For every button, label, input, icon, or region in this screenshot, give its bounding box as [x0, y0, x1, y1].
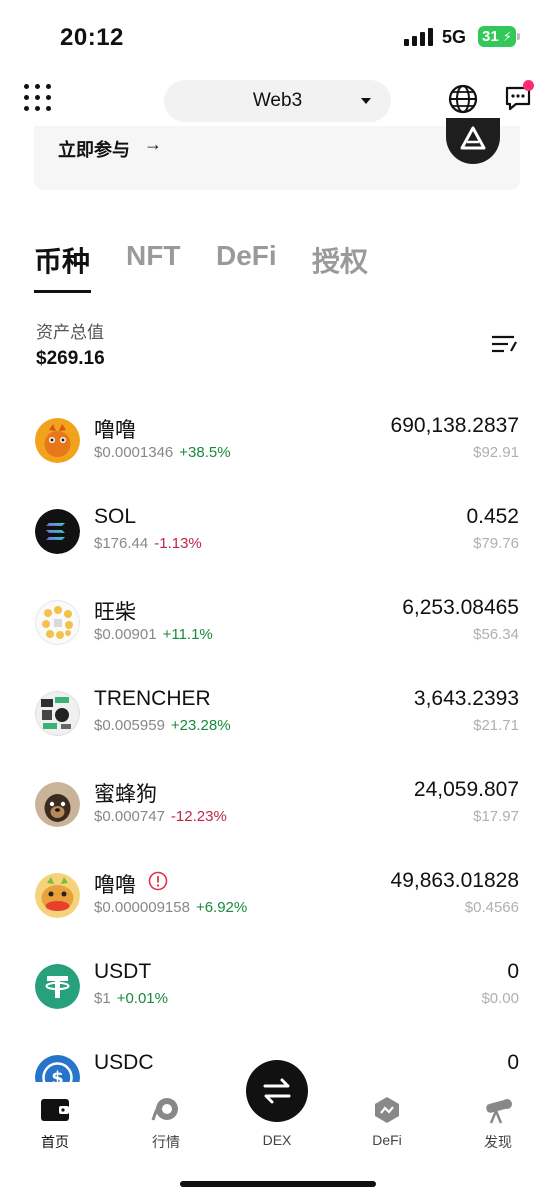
nav-defi-label: DeFi [372, 1132, 402, 1148]
token-price-value: $176.44 [94, 535, 149, 552]
token-change: +23.28% [170, 717, 231, 734]
tab-nft[interactable]: NFT [126, 240, 180, 272]
token-value: $17.97 [473, 808, 519, 825]
tether-logo-icon [35, 964, 80, 1009]
token-name: 蜜蜂狗 [94, 783, 157, 806]
token-change: +11.1% [162, 626, 213, 643]
notification-badge [523, 80, 534, 91]
token-amount: 0 [507, 1051, 519, 1074]
total-assets-value: $269.16 [36, 348, 105, 369]
token-price: $0.00901 +11.1% [94, 626, 213, 643]
token-name: 旺柴 [94, 601, 136, 624]
token-name: SOL [94, 505, 137, 528]
token-name: USDT [94, 960, 152, 983]
network-selector-label: Web3 [252, 90, 303, 111]
token-change: +38.5% [179, 444, 231, 461]
network-type: 5G [442, 27, 467, 47]
token-price-value: $0.005959 [94, 717, 165, 734]
swap-icon [263, 1078, 291, 1104]
wallet-icon [41, 1099, 69, 1121]
token-avatar-lulu [35, 418, 80, 463]
token-row[interactable]: SOL $176.44 -1.13% 0.452 $79.76 [0, 489, 554, 580]
banner-text: 立即参与 [58, 140, 130, 160]
svg-text:$: $ [51, 1068, 64, 1082]
token-price: $0.000009158 +6.92% [94, 899, 247, 916]
tab-tokens[interactable]: 币种 [34, 240, 90, 280]
token-value: $21.71 [473, 717, 519, 734]
token-row[interactable]: 噜噜 $0.0001346 +38.5% 690,138.2837 $92.91 [0, 398, 554, 489]
token-row[interactable]: 噜噜 $0.000009158 +6.92% 49,863.01828 $0.45… [0, 853, 554, 944]
token-price-value: $0.00901 [94, 626, 157, 643]
token-value: $92.91 [473, 444, 519, 461]
token-change: +6.92% [195, 899, 248, 916]
token-price: $0.0001346 +38.5% [94, 444, 231, 461]
nav-home-label: 首页 [41, 1134, 69, 1150]
nav-discover-label: 发现 [484, 1134, 512, 1150]
token-amount: 24,059.807 [413, 778, 519, 801]
token-name: USDC [94, 1051, 154, 1074]
token-price-value: $1 [94, 990, 111, 1007]
dex-swap-button[interactable] [246, 1060, 308, 1122]
token-name: 噜噜 [94, 874, 136, 897]
token-avatar-lulu-2 [35, 873, 80, 918]
token-amount: 0 [507, 960, 519, 983]
token-price: $1 +0.01% [94, 990, 168, 1007]
usdc-logo-icon: $ [35, 1055, 80, 1082]
token-price: $176.44 -1.13% [94, 535, 202, 552]
sort-icon[interactable] [490, 332, 518, 356]
chevron-down-icon [361, 98, 371, 104]
status-bar: 20:12 5G 31 ⚡ [0, 0, 554, 70]
token-value: $0.4566 [464, 899, 519, 916]
banner-logo [446, 118, 500, 164]
arrow-right-icon: → [144, 134, 162, 154]
token-price: $0.005959 +23.28% [94, 717, 231, 734]
battery-level: 31 [482, 28, 499, 45]
token-amount: 49,863.01828 [390, 869, 519, 892]
defi-icon [375, 1097, 399, 1123]
token-change: +0.01% [116, 990, 168, 1007]
token-value: $79.76 [473, 535, 519, 552]
token-avatar-wangchai [35, 600, 80, 645]
token-price: $0.000747 -12.23% [94, 808, 227, 825]
battery-icon: 31 ⚡ [478, 26, 520, 47]
tab-defi[interactable]: DeFi [216, 240, 277, 272]
token-row[interactable]: USDT $1 +0.01% 0 $0.00 [0, 944, 554, 1035]
tab-underline [34, 290, 91, 293]
token-name: TRENCHER [94, 687, 211, 710]
signal-icon [404, 28, 434, 46]
solana-logo-icon [35, 509, 80, 554]
status-time: 20:12 [60, 24, 124, 51]
token-avatar-trencher [35, 691, 80, 736]
network-selector[interactable]: Web3 [164, 80, 391, 122]
token-name: 噜噜 [94, 419, 136, 442]
token-row[interactable]: 旺柴 $0.00901 +11.1% 6,253.08465 $56.34 [0, 580, 554, 671]
market-icon [151, 1098, 178, 1121]
promo-banner[interactable]: 立即参与 → [34, 118, 520, 190]
nav-market-label: 行情 [152, 1134, 180, 1150]
telescope-icon [486, 1099, 512, 1124]
menu-grid-icon[interactable] [24, 84, 52, 112]
home-indicator [180, 1181, 376, 1187]
token-amount: 0.452 [466, 505, 519, 528]
tab-approvals[interactable]: 授权 [312, 240, 368, 280]
token-value: $56.34 [473, 626, 519, 643]
total-assets-label: 资产总值 [36, 323, 104, 342]
token-value: $0.00 [481, 990, 519, 1007]
token-price-value: $0.000009158 [94, 899, 190, 916]
token-price-value: $0.0001346 [94, 444, 174, 461]
token-avatar-mifenggou [35, 782, 80, 827]
warning-icon[interactable] [148, 871, 168, 891]
token-change: -12.23% [170, 808, 227, 825]
token-change: -1.13% [154, 535, 202, 552]
token-row[interactable]: TRENCHER $0.005959 +23.28% 3,643.2393 $21… [0, 671, 554, 762]
token-amount: 3,643.2393 [413, 687, 519, 710]
token-list: 噜噜 $0.0001346 +38.5% 690,138.2837 $92.91 … [0, 398, 554, 1082]
token-amount: 6,253.08465 [402, 596, 519, 619]
nav-dex-label: DEX [262, 1132, 292, 1148]
token-amount: 690,138.2837 [390, 414, 519, 437]
globe-icon[interactable] [448, 84, 478, 114]
token-price-value: $0.000747 [94, 808, 165, 825]
token-row[interactable]: 蜜蜂狗 $0.000747 -12.23% 24,059.807 $17.97 [0, 762, 554, 853]
